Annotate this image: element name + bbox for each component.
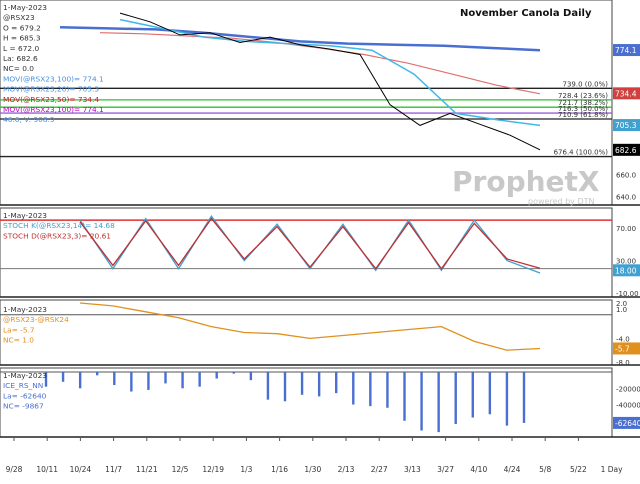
commitment-bar [386,372,389,408]
commitment-bar [96,372,99,376]
commitment-bar [61,372,65,382]
date-tick-label: 9/28 [6,465,23,474]
date-tick-label: 3/13 [404,465,421,474]
price-legend-item: NC= 0.0 [3,64,34,73]
commitment-bar [437,372,440,433]
commitment-bar [369,372,372,407]
commitment-bar [471,372,474,418]
date-tick-label: 5/22 [570,465,587,474]
commitment-bar [181,372,184,389]
date-tick-label: 4/24 [504,465,521,474]
price-legend-item: La: 682.6 [3,54,38,63]
commitment-bar [232,372,235,374]
spread-y-tick: -4.0 [616,335,630,343]
date-tick-label: 3/27 [437,465,454,474]
spread-legend-item: @RSX23-@RSK24 [3,315,69,324]
stochastics-legend-item: STOCH D(@RSX23,3)= 20.61 [3,231,111,240]
commitment-bar [266,372,270,400]
commitments-legend-item: NC= -9867 [3,402,44,411]
price-legend-item: L = 672.0 [3,44,39,53]
price-legend-item: MOV(@RSX23,100)= 774.1 [3,74,104,83]
commitment-bar [505,372,509,426]
commitments-legend-item: ICE_RS_NN [3,381,43,390]
date-tick-label: 1/30 [304,465,321,474]
fib-level-label: 739.0 (0.0%) [562,80,608,88]
spread-legend-item: NC= 1.0 [3,336,34,345]
date-tick-label: 10/24 [70,465,92,474]
stochastics-y-tick: 70.00 [616,225,636,233]
watermark-tagline: powered by DTN [528,197,594,206]
commitments-y-tick: -40000 [616,402,640,410]
date-tick-label: 12/19 [202,465,224,474]
spread-legend-item: 1-May-2023 [3,305,47,314]
date-tick-label: 2/27 [371,465,388,474]
date-tick-label: 10/11 [36,465,58,474]
price-y-tick: 640.0 [616,193,636,201]
chart-title: November Canola Daily [460,8,592,19]
price-legend-item: MOV(@RSX23,20)= 705.3 [3,85,99,94]
date-tick-label: 11/21 [136,465,158,474]
commitment-bar [198,372,201,387]
price-legend-item: MOV(@RSX23,100)= 774.1 [3,105,104,114]
commitments-legend-item: 1-May-2023 [3,371,47,380]
commitment-bar [488,372,492,415]
commitments-y-tick: -20000 [616,385,640,393]
commitment-bar [522,372,526,423]
price-legend-item: H = 685.3 [3,34,41,43]
commitments-value-tag-text: -62640 [615,419,640,428]
commitment-bar [335,372,338,394]
price-legend-item: O = 679.2 [3,23,41,32]
date-tick-label: 2/13 [338,465,355,474]
commitment-bar [164,372,167,384]
date-tick-label: 1/3 [240,465,252,474]
commitment-bar [147,372,150,390]
price-legend-item: 46.6, V: 908.9 [3,115,55,124]
date-tick-label: 5/8 [539,465,551,474]
chart-svg: 1-May-2023@RSX23O = 679.2H = 685.3L = 67… [0,0,640,480]
watermark-brand: ProphetX [452,165,600,198]
fib-level-label: 676.4 (100.0%) [554,149,609,157]
commitment-bar [215,372,218,379]
commitment-bar [300,372,304,395]
commitment-bar [317,372,321,397]
stochastics-y-tick: 30.00 [616,258,636,266]
commitments-legend-item: La= -62640 [3,391,47,400]
commitment-bar [113,372,116,386]
spread-y-tick: -8.0 [616,359,630,367]
stochastics-value-tag-text: 18.00 [615,266,637,275]
date-tick-label: 11/7 [105,465,122,474]
commitment-bar [454,372,457,425]
spread-value-tag-text: -5.7 [615,344,630,353]
canola-chart: 1-May-2023 @RSX23 O = 679.2 H = 685.3 L = 67… [0,0,640,480]
commitment-bar [352,372,355,405]
commitment-bar [403,372,406,421]
price-value-tag-text: 705.3 [615,121,637,130]
stochastics-y-tick: -10.00 [616,290,639,298]
stochastics-legend-item: STOCH K(@RSX23,14)= 14.68 [3,221,115,230]
commitment-bar [78,372,82,389]
commitment-bar [249,372,253,381]
price-value-tag-text: 734.4 [615,89,637,98]
price-legend-item: @RSX23 [3,13,35,22]
date-tick-label: 1 Day [601,465,624,474]
date-tick-label: 12/5 [172,465,189,474]
commitment-bar [420,372,423,431]
spread-y-tick: 1.0 [616,306,627,314]
price-legend-item: MOV(@RSX23,50)= 734.4 [3,95,99,104]
date-tick-label: 1/16 [271,465,288,474]
date-tick-label: 4/10 [470,465,487,474]
commitment-bar [283,372,287,402]
price-value-tag-text: 774.1 [615,46,637,55]
price-legend-item: 1-May-2023 [3,3,47,12]
commitment-bar [130,372,133,392]
fib-level-label: 710.9 (61.8%) [558,111,608,119]
price-y-tick: 660.0 [616,172,636,180]
spread-legend-item: La= -5.7 [3,325,35,334]
stochastics-legend-item: 1-May-2023 [3,211,47,220]
price-value-tag-text: 682.6 [615,146,637,155]
